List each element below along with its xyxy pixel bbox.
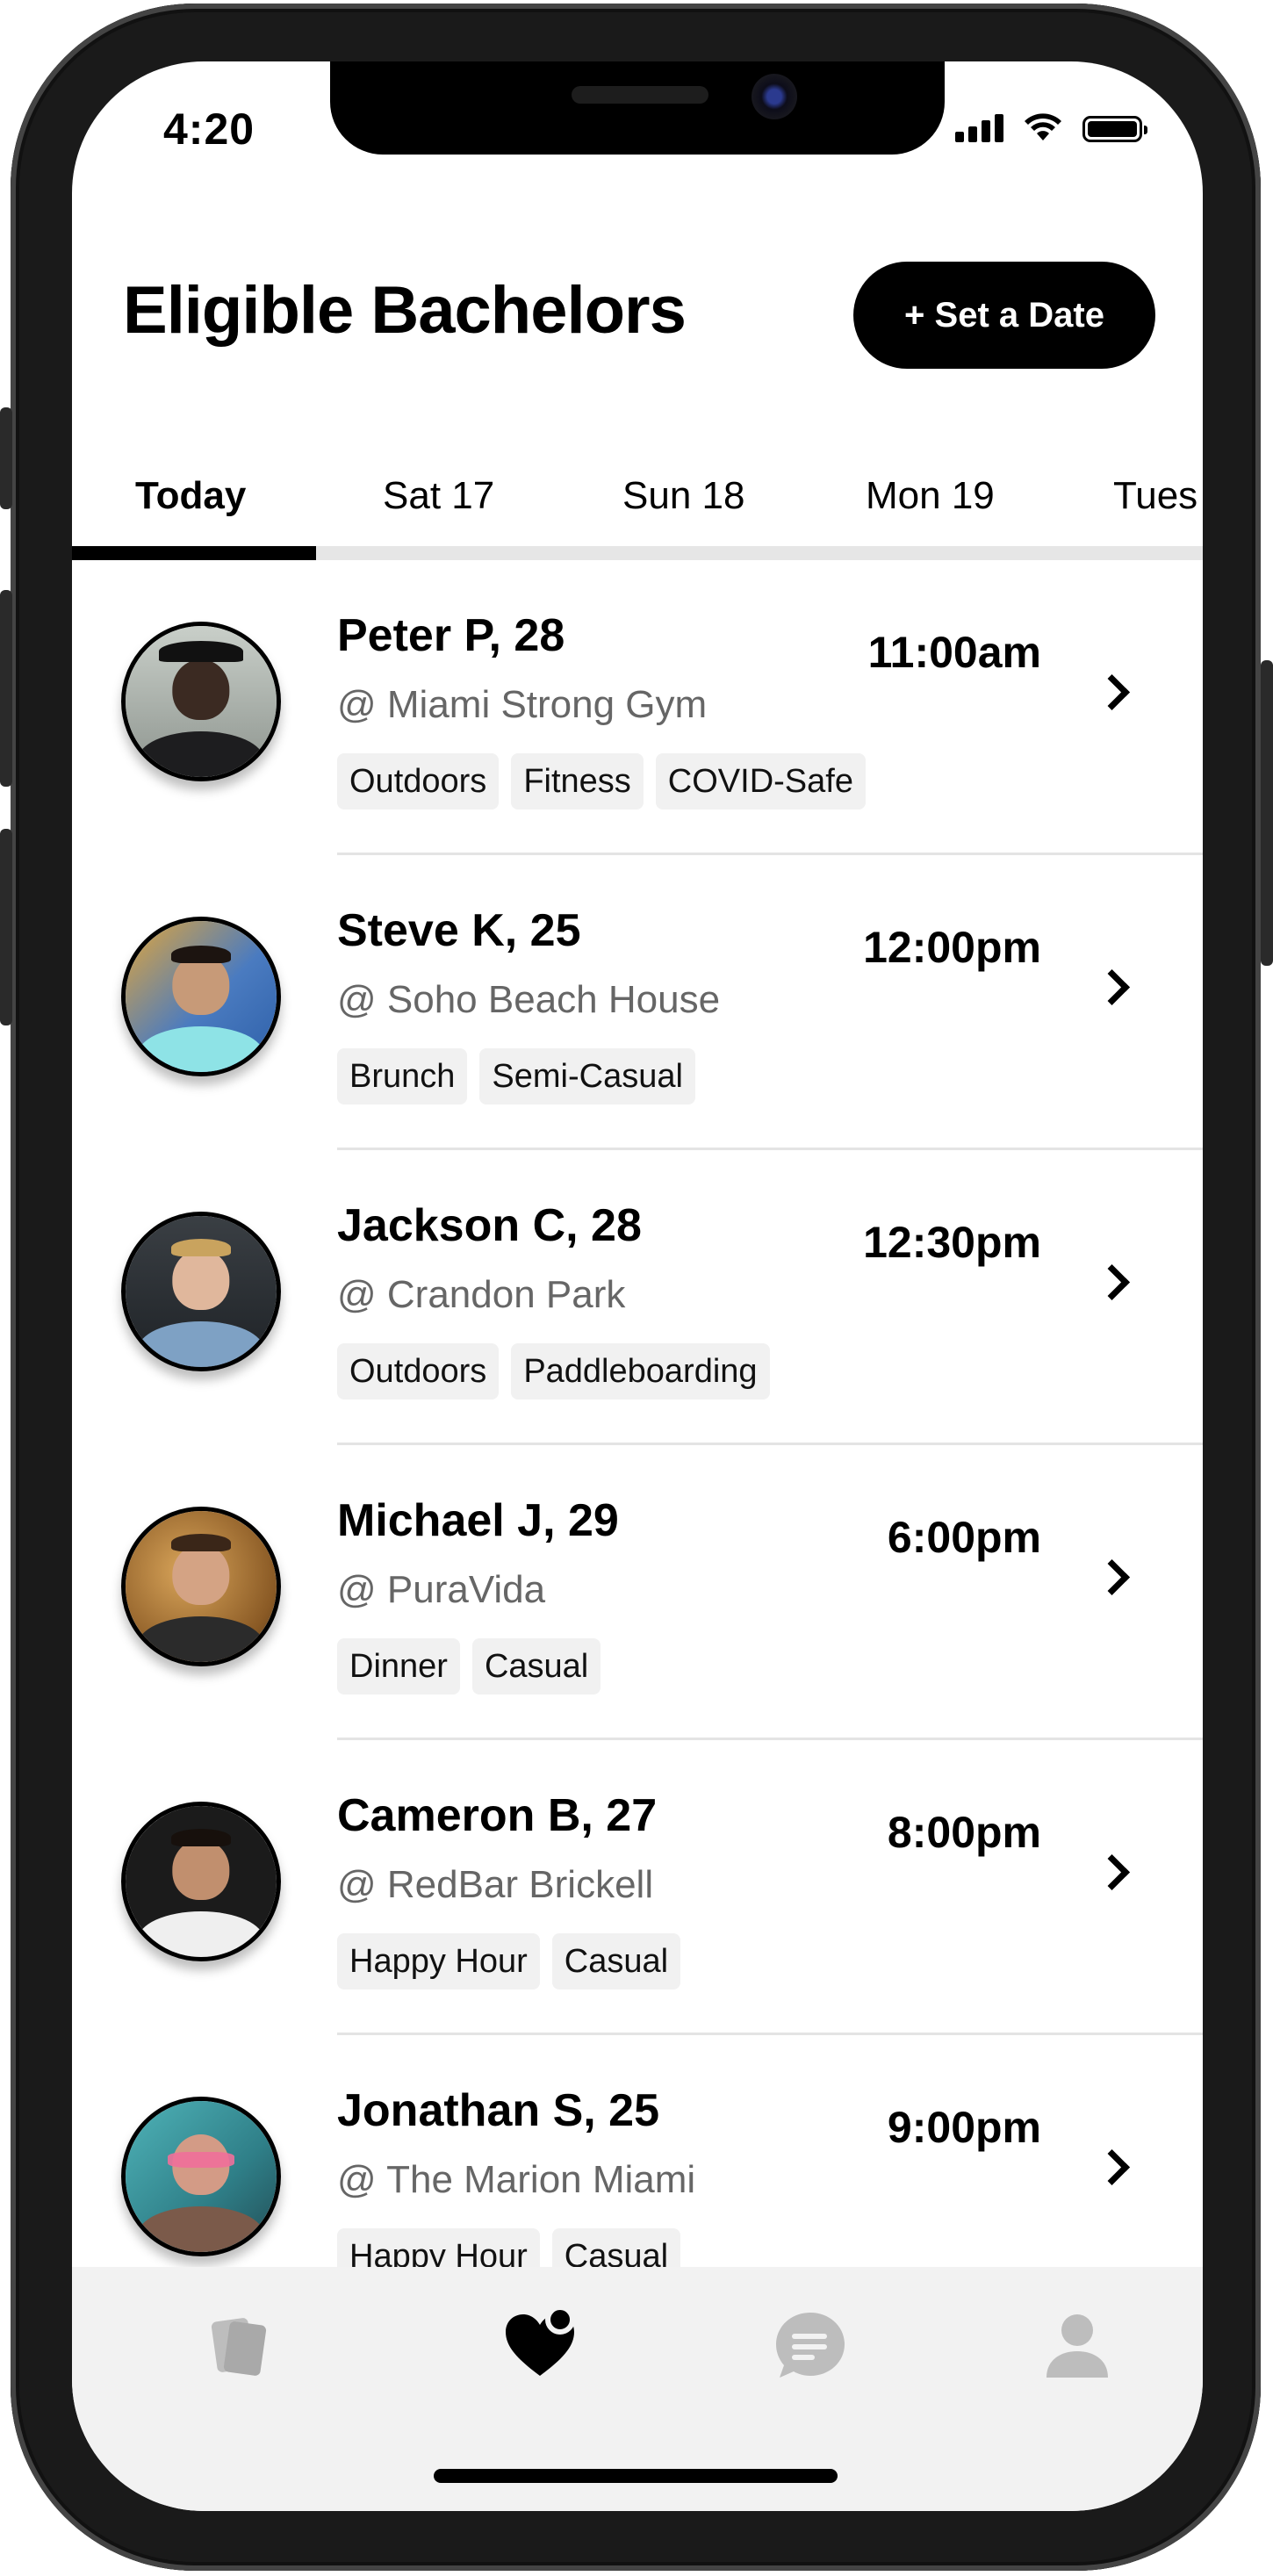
tag: Fitness [511, 753, 644, 809]
nav-dates[interactable] [500, 2305, 579, 2385]
chevron-right-icon [1093, 673, 1131, 711]
chevron-right-icon [1093, 968, 1131, 1006]
tag: Semi-Casual [479, 1048, 695, 1105]
heart-icon [506, 2305, 575, 2376]
list-item[interactable]: Cameron B, 27 @ RedBar Brickell 8:00pm H… [72, 1740, 1203, 2035]
chevron-right-icon [1093, 1558, 1131, 1596]
status-time: 4:20 [163, 104, 255, 154]
tag: Outdoors [337, 753, 500, 809]
tag: Dinner [337, 1638, 460, 1695]
chat-icon [776, 2313, 845, 2378]
bachelor-name: Michael J, 29 [337, 1495, 619, 1546]
date-venue: @ Miami Strong Gym [337, 683, 708, 726]
volume-up-button [0, 590, 12, 787]
front-camera [752, 74, 797, 119]
profile-icon [1046, 2314, 1108, 2378]
bachelor-name: Steve K, 25 [337, 905, 581, 956]
tag: Brunch [337, 1048, 468, 1105]
date-venue: @ The Marion Miami [337, 2158, 696, 2201]
battery-icon [1082, 116, 1147, 142]
tag-list: Outdoors Paddleboarding [337, 1343, 770, 1400]
bachelor-name: Peter P, 28 [337, 610, 565, 661]
date-time: 11:00am [867, 628, 1041, 677]
chevron-right-icon [1093, 2148, 1131, 2186]
date-venue: @ Soho Beach House [337, 978, 721, 1021]
power-button [1261, 660, 1273, 966]
avatar [121, 2097, 281, 2256]
tag: Casual [551, 1933, 681, 1990]
phone-frame: 4:20 Eligible Bachelors + Set a Date Tod… [0, 0, 1273, 2576]
tab-sat-17[interactable]: Sat 17 [383, 474, 494, 518]
date-venue: @ Crandon Park [337, 1273, 626, 1316]
date-time: 9:00pm [887, 2103, 1041, 2152]
date-time: 12:30pm [863, 1218, 1041, 1267]
tag: Happy Hour [337, 1933, 540, 1990]
app-screen: 4:20 Eligible Bachelors + Set a Date Tod… [72, 61, 1203, 2511]
cards-icon [211, 2318, 267, 2376]
speaker [572, 86, 708, 104]
nav-cards[interactable] [200, 2306, 279, 2385]
nav-profile[interactable] [1038, 2306, 1117, 2385]
wifi-icon [1025, 113, 1061, 140]
notch [330, 61, 945, 155]
tag-list: Brunch Semi-Casual [337, 1048, 695, 1105]
bachelor-name: Cameron B, 27 [337, 1790, 658, 1841]
page-title: Eligible Bachelors [123, 273, 687, 348]
date-venue: @ PuraVida [337, 1568, 546, 1611]
chevron-right-icon [1093, 1853, 1131, 1891]
list-item[interactable]: Peter P, 28 @ Miami Strong Gym 11:00am O… [72, 560, 1203, 855]
tab-tues[interactable]: Tues [1113, 474, 1197, 518]
date-time: 6:00pm [887, 1513, 1041, 1562]
tab-today[interactable]: Today [135, 474, 246, 518]
tag-list: Happy Hour Casual [337, 1933, 681, 1990]
date-time: 12:00pm [863, 923, 1041, 972]
cellular-signal-icon [955, 114, 1003, 142]
list-item[interactable]: Michael J, 29 @ PuraVida 6:00pm Dinner C… [72, 1445, 1203, 1740]
tab-mon-19[interactable]: Mon 19 [866, 474, 995, 518]
avatar [121, 1507, 281, 1666]
tab-active-indicator [72, 546, 316, 560]
list-item[interactable]: Steve K, 25 @ Soho Beach House 12:00pm B… [72, 855, 1203, 1150]
status-icons [955, 112, 1147, 142]
avatar [121, 622, 281, 781]
tag-list: Dinner Casual [337, 1638, 601, 1695]
tag-list: Outdoors Fitness COVID-Safe [337, 753, 866, 809]
bachelor-name: Jackson C, 28 [337, 1200, 642, 1251]
mute-switch [0, 407, 12, 509]
list-item[interactable]: Jackson C, 28 @ Crandon Park 12:30pm Out… [72, 1150, 1203, 1445]
set-a-date-button[interactable]: + Set a Date [853, 262, 1155, 369]
avatar [121, 1802, 281, 1961]
bachelor-name: Jonathan S, 25 [337, 2085, 659, 2136]
date-time: 8:00pm [887, 1808, 1041, 1857]
avatar [121, 1212, 281, 1371]
nav-messages[interactable] [771, 2306, 850, 2385]
volume-down-button [0, 829, 12, 1025]
tab-sun-18[interactable]: Sun 18 [622, 474, 744, 518]
avatar [121, 917, 281, 1076]
tag: COVID-Safe [655, 753, 866, 809]
chevron-right-icon [1093, 1263, 1131, 1301]
tag: Casual [471, 1638, 601, 1695]
tag: Paddleboarding [511, 1343, 770, 1400]
tag: Outdoors [337, 1343, 500, 1400]
date-venue: @ RedBar Brickell [337, 1863, 654, 1906]
home-indicator [434, 2469, 838, 2483]
